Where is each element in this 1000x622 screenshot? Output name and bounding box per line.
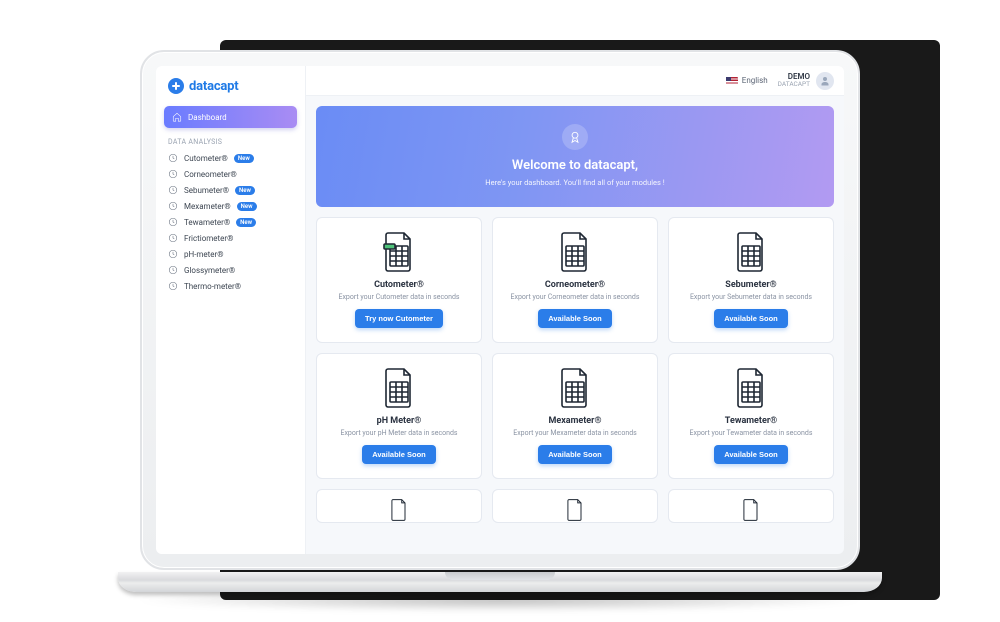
spreadsheet-icon [381,366,417,410]
content-scroll[interactable]: Welcome to datacapt, Here's your dashboa… [306,96,844,554]
spreadsheet-icon [560,498,590,522]
sidebar-item-frictiometer[interactable]: Frictiometer® [164,230,297,246]
spreadsheet-icon [557,230,593,274]
card-desc: Export your Corneometer data in seconds [511,293,640,301]
card-title: Corneometer® [545,280,605,290]
available-soon-button[interactable]: Available Soon [714,309,788,328]
sidebar-item-thermometer[interactable]: Thermo-meter® [164,278,297,294]
card-desc: Export your pH Meter data in seconds [340,429,457,437]
brand[interactable]: datacapt [164,74,297,102]
card-desc: Export your Tewameter data in seconds [690,429,813,437]
card-title: pH Meter® [377,416,422,426]
avatar-icon [816,72,834,90]
clock-icon [168,153,178,163]
brand-logo-icon [168,78,184,94]
user-menu[interactable]: DEMO DATACAPT [778,72,834,90]
sidebar-item-mexameter[interactable]: Mexameter® New [164,198,297,214]
card-desc: Export your Cutometer data in seconds [338,293,459,301]
user-text: DEMO DATACAPT [778,73,810,88]
sidebar-item-label: Tewameter® [184,218,230,227]
card-mexameter: Mexameter® Export your Mexameter data in… [492,353,658,479]
topbar: English DEMO DATACAPT [306,66,844,96]
card-desc: Export your Sebumeter data in seconds [690,293,812,301]
card-phmeter: pH Meter® Export your pH Meter data in s… [316,353,482,479]
spreadsheet-icon [733,366,769,410]
sidebar-item-label: pH-meter® [184,250,224,259]
clock-icon [168,249,178,259]
sidebar-item-corneometer[interactable]: Corneometer® [164,166,297,182]
hero-award-icon [562,124,588,150]
sidebar-item-sebumeter[interactable]: Sebumeter® New [164,182,297,198]
flag-us-icon [726,77,738,85]
clock-icon [168,265,178,275]
card-sebumeter: Sebumeter® Export your Sebumeter data in… [668,217,834,343]
card-peek [668,489,834,523]
sidebar-item-label: Thermo-meter® [184,282,241,291]
card-peek [316,489,482,523]
available-soon-button[interactable]: Available Soon [714,445,788,464]
clock-icon [168,185,178,195]
card-title: Cutometer® [374,280,424,290]
sidebar-item-tewameter[interactable]: Tewameter® New [164,214,297,230]
spreadsheet-icon [381,230,417,274]
clock-icon [168,217,178,227]
sidebar-item-label: Glossymeter® [184,266,235,275]
sidebar-item-label: Dashboard [188,113,227,122]
clock-icon [168,169,178,179]
new-badge: New [234,154,254,163]
sidebar-item-label: Sebumeter® [184,186,229,195]
spreadsheet-icon [384,498,414,522]
sidebar-item-phmeter[interactable]: pH-meter® [164,246,297,262]
clock-icon [168,201,178,211]
card-corneometer: Corneometer® Export your Corneometer dat… [492,217,658,343]
card-cutometer: Cutometer® Export your Cutometer data in… [316,217,482,343]
language-switch[interactable]: English [726,76,768,85]
sidebar-item-dashboard[interactable]: Dashboard [164,106,297,128]
clock-icon [168,281,178,291]
module-grid: Cutometer® Export your Cutometer data in… [316,217,834,523]
available-soon-button[interactable]: Available Soon [362,445,436,464]
sidebar-section-label: DATA ANALYSIS [168,138,293,146]
new-badge: New [236,218,256,227]
available-soon-button[interactable]: Available Soon [538,445,612,464]
card-title: Sebumeter® [725,280,776,290]
hero-subtitle: Here's your dashboard. You'll find all o… [328,178,822,187]
card-desc: Export your Mexameter data in seconds [513,429,637,437]
hero-banner: Welcome to datacapt, Here's your dashboa… [316,106,834,207]
spreadsheet-icon [733,230,769,274]
language-label: English [742,76,768,85]
home-icon [172,112,182,122]
card-tewameter: Tewameter® Export your Tewameter data in… [668,353,834,479]
card-title: Tewameter® [725,416,777,426]
hero-title: Welcome to datacapt, [328,158,822,173]
app-screen: datacapt Dashboard DATA ANALYSIS Cutomet… [156,66,844,554]
laptop-lid: datacapt Dashboard DATA ANALYSIS Cutomet… [140,50,860,570]
sidebar-item-label: Cutometer® [184,154,228,163]
sidebar-item-label: Frictiometer® [184,234,233,243]
laptop-base [118,572,882,592]
sidebar: datacapt Dashboard DATA ANALYSIS Cutomet… [156,66,306,554]
sidebar-item-label: Mexameter® [184,202,231,211]
brand-name: datacapt [189,79,238,94]
sidebar-item-cutometer[interactable]: Cutometer® New [164,150,297,166]
org-label: DATACAPT [778,81,810,88]
new-badge: New [235,186,255,195]
spreadsheet-icon [557,366,593,410]
available-soon-button[interactable]: Available Soon [538,309,612,328]
card-peek [492,489,658,523]
new-badge: New [237,202,257,211]
main-area: English DEMO DATACAPT W [306,66,844,554]
spreadsheet-icon [736,498,766,522]
clock-icon [168,233,178,243]
try-cutometer-button[interactable]: Try now Cutometer [355,309,443,328]
sidebar-item-label: Corneometer® [184,170,237,179]
card-title: Mexameter® [548,416,601,426]
sidebar-item-glossymeter[interactable]: Glossymeter® [164,262,297,278]
